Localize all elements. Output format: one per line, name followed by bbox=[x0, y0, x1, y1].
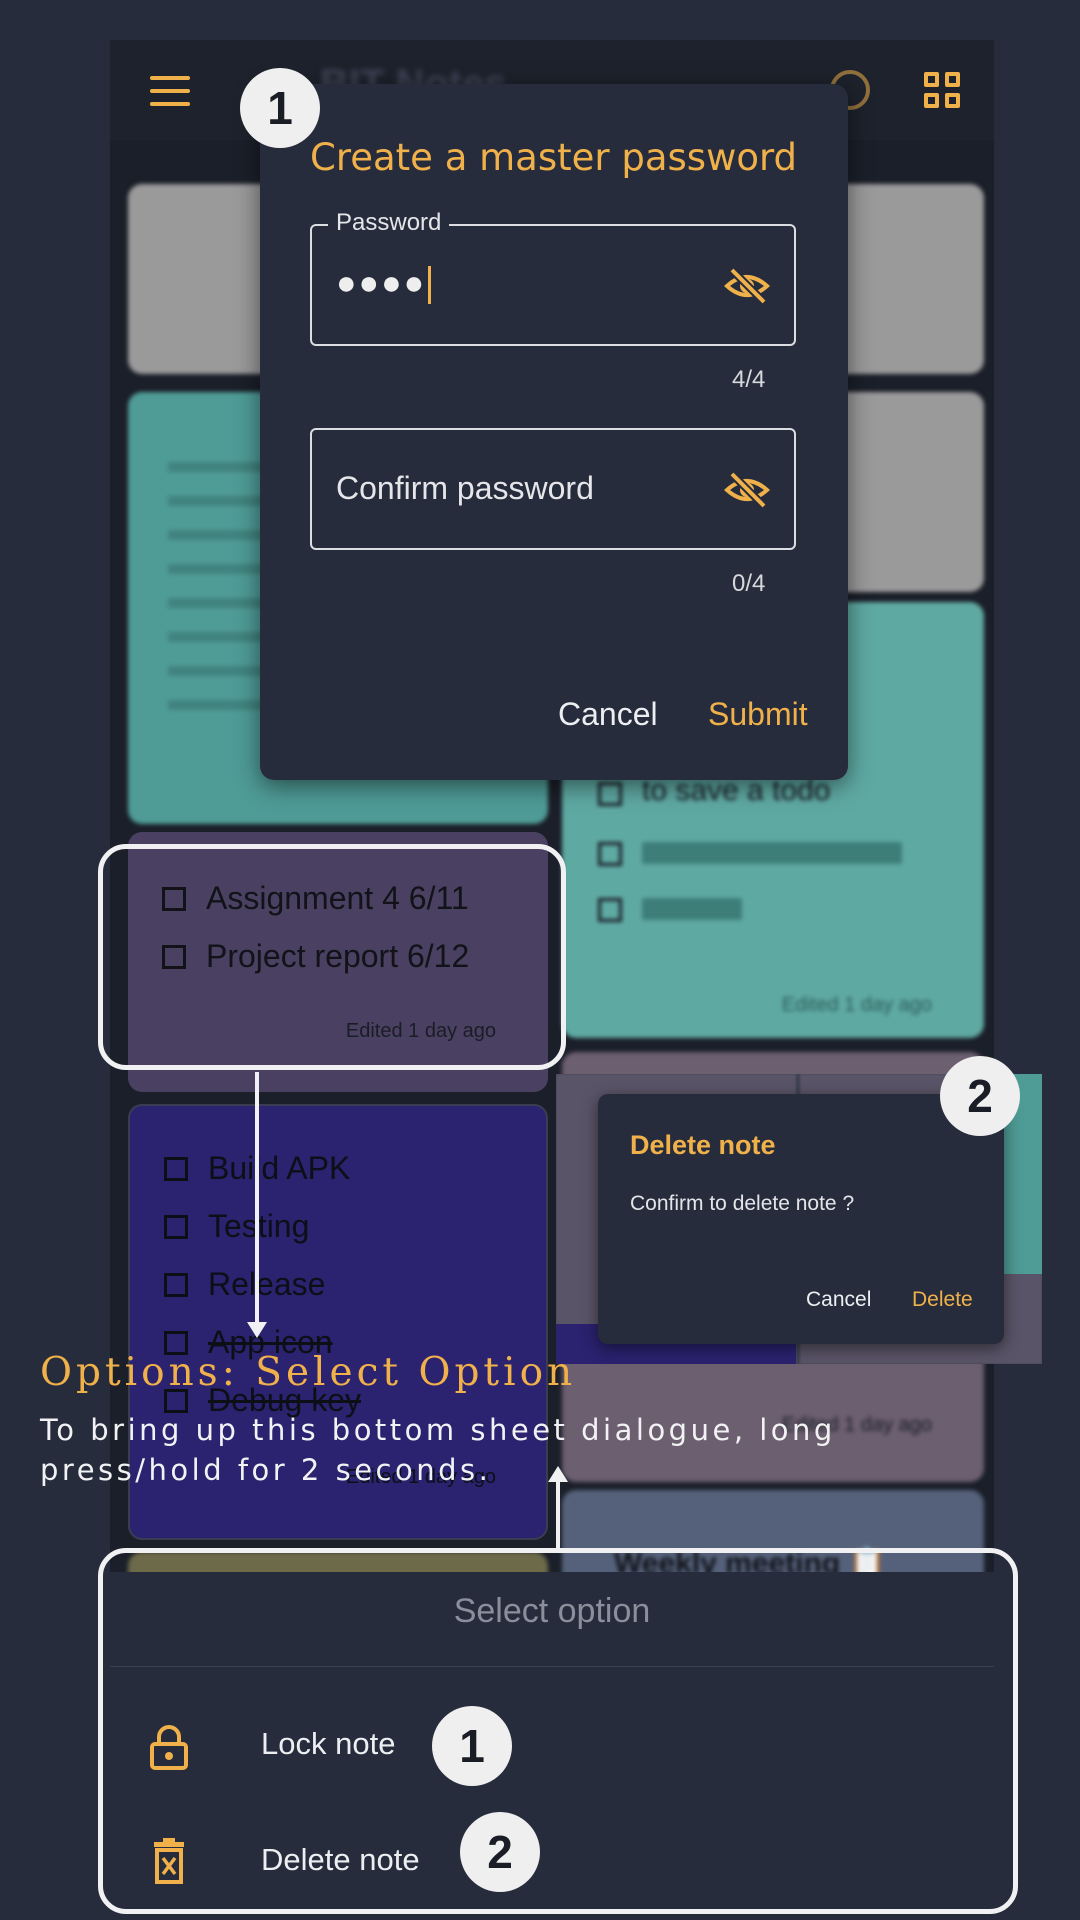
annotation-title: Options: Select Option bbox=[40, 1350, 577, 1395]
annotation-arrows bbox=[247, 1072, 568, 1548]
step-badge: 1 bbox=[432, 1706, 512, 1786]
step-badge: 2 bbox=[940, 1056, 1020, 1136]
step-badge: 1 bbox=[240, 68, 320, 148]
annotation-description: To bring up this bottom sheet dialogue, … bbox=[40, 1413, 836, 1487]
step-badge: 2 bbox=[460, 1812, 540, 1892]
